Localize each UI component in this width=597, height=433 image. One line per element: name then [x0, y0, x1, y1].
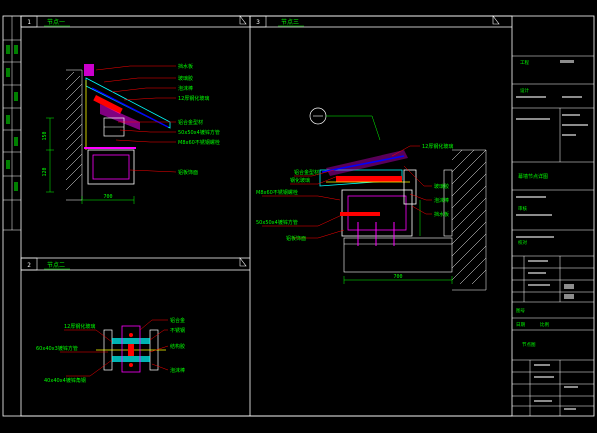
panel-title: 节点二 — [47, 261, 65, 269]
panel-number: 2 — [27, 262, 31, 269]
detail-2-callouts: 12厚钢化玻璃 60x40x3镀锌方管 40x40x4镀锌角钢 铝合金 不锈钢 … — [36, 317, 185, 384]
dimension-label: 120 — [42, 167, 48, 176]
title-block-check: 校对 — [518, 239, 527, 246]
dimension-label: 700 — [393, 274, 402, 280]
title-block-project: 工程 — [520, 59, 529, 66]
panel-header-1: 1 节点一 — [20, 15, 70, 28]
callout-label: 12厚钢化玻璃 — [422, 143, 453, 150]
panel-number: 1 — [27, 19, 31, 26]
title-block-text: 工程 设计 幕墙节点详图 审核 校对 图号 日期 比例 节点图 — [516, 59, 549, 348]
callout-label: 玻璃胶 — [178, 75, 193, 82]
title-block-number: 图号 — [516, 308, 525, 314]
title-block-date: 日期 — [516, 322, 525, 328]
callout-label: 铝合金型材 — [178, 119, 203, 126]
callout-label: 50x50x4镀锌方管 — [256, 219, 298, 226]
title-block-fills — [516, 60, 588, 410]
callout-label: 泡沫棒 — [178, 85, 193, 92]
callout-label: 钢化玻璃 — [290, 177, 310, 184]
panel-title: 节点三 — [281, 18, 299, 26]
detail-3-callouts: 铝合金型材 钢化玻璃 M8x60不锈钢螺栓 50x50x4镀锌方管 铝板饰面 1… — [256, 143, 453, 242]
title-block-drawing-title: 幕墙节点详图 — [518, 173, 548, 180]
callout-label: 结构胶 — [170, 343, 185, 350]
callout-label: 泡沫棒 — [170, 367, 185, 374]
callout-label: 铝板饰面 — [178, 169, 198, 176]
panel-header-2: 2 节点二 — [20, 257, 70, 271]
dimension-label: 150 — [42, 131, 48, 140]
detail-3-drawing: 700 — [262, 107, 487, 291]
callout-label: 铝板饰面 — [286, 235, 306, 242]
corner-markers — [239, 15, 500, 267]
callout-label: 12厚钢化玻璃 — [178, 95, 209, 102]
callout-label: 挡水板 — [178, 63, 193, 70]
title-block-review: 审核 — [518, 205, 527, 212]
callout-label: 铝合金型材 — [294, 169, 319, 176]
callout-label: M8x60不锈钢螺栓 — [256, 189, 298, 196]
panel-title: 节点一 — [47, 18, 65, 26]
callout-label: 铝合金 — [170, 317, 185, 324]
callout-label: 不锈钢 — [170, 327, 185, 334]
detail-1-drawing: 700 150 120 — [42, 64, 177, 204]
panel-number: 3 — [256, 19, 260, 26]
title-block-scale: 比例 — [540, 321, 549, 328]
callout-label: 12厚钢化玻璃 — [64, 323, 95, 330]
detail-1-callouts: 挡水板 玻璃胶 泡沫棒 12厚钢化玻璃 铝合金型材 50x50x4镀锌方管 M8… — [178, 63, 220, 176]
dimension-label: 700 — [103, 194, 112, 200]
callout-label: 玻璃胶 — [434, 183, 449, 190]
binding-strip — [3, 16, 21, 231]
panel-header-3: 3 节点三 — [249, 15, 304, 28]
callout-label: 40x40x4镀锌角钢 — [44, 377, 86, 384]
callout-label: 50x50x4镀锌方管 — [178, 129, 220, 136]
callout-label: 挡水板 — [434, 211, 449, 218]
callout-label: 60x40x3镀锌方管 — [36, 345, 78, 352]
title-block-designer: 设计 — [520, 87, 529, 94]
callout-label: 泡沫棒 — [434, 197, 449, 204]
title-block-sheet-name: 节点图 — [522, 342, 536, 348]
cad-drawing-canvas: 1 节点一 2 节点二 3 节点三 700 150 120 挡水板 玻璃胶 泡沫… — [2, 15, 595, 417]
callout-label: M8x60不锈钢螺栓 — [178, 139, 220, 146]
